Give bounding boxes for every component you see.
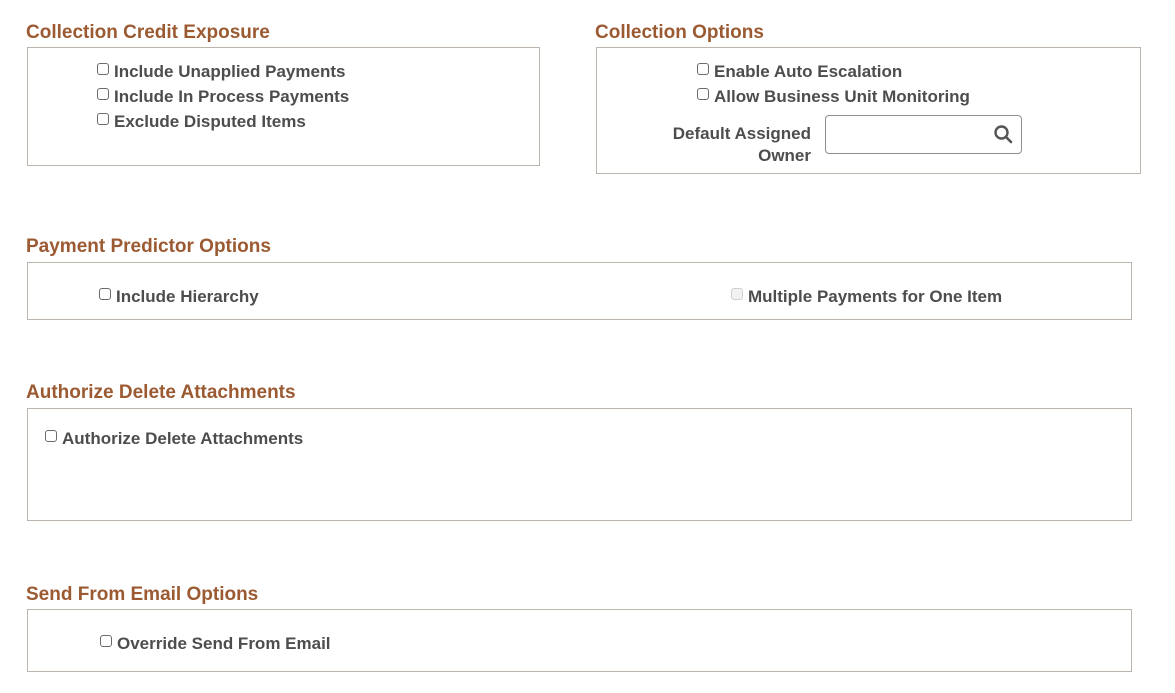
include-in-process-payments-label: Include In Process Payments xyxy=(114,87,350,106)
send-from-email-box: Override Send From Email xyxy=(27,609,1132,672)
allow-bu-monitoring-option[interactable]: Allow Business Unit Monitoring xyxy=(697,87,970,107)
multiple-payments-label: Multiple Payments for One Item xyxy=(748,287,1003,306)
enable-auto-escalation-option[interactable]: Enable Auto Escalation xyxy=(697,62,902,82)
include-hierarchy-option[interactable]: Include Hierarchy xyxy=(99,287,259,307)
default-assigned-owner-input[interactable] xyxy=(826,116,992,150)
authorize-delete-checkbox[interactable] xyxy=(45,430,57,442)
allow-bu-monitoring-checkbox[interactable] xyxy=(697,88,709,100)
override-send-from-email-option[interactable]: Override Send From Email xyxy=(100,634,331,654)
owner-label-line2: Owner xyxy=(758,146,811,165)
exclude-disputed-items-label: Exclude Disputed Items xyxy=(114,112,306,131)
payment-predictor-box: Include Hierarchy Multiple Payments for … xyxy=(27,262,1132,320)
exclude-disputed-items-option[interactable]: Exclude Disputed Items xyxy=(97,112,306,132)
default-assigned-owner-field[interactable] xyxy=(825,115,1022,154)
default-assigned-owner-label: Default Assigned Owner xyxy=(637,123,811,167)
include-unapplied-payments-checkbox[interactable] xyxy=(97,63,109,75)
authorize-delete-box: Authorize Delete Attachments xyxy=(27,408,1132,521)
section-title-payment-predictor: Payment Predictor Options xyxy=(26,236,271,257)
enable-auto-escalation-label: Enable Auto Escalation xyxy=(714,62,903,81)
section-title-credit-exposure: Collection Credit Exposure xyxy=(26,22,270,43)
multiple-payments-checkbox xyxy=(731,288,743,300)
owner-label-line1: Default Assigned xyxy=(672,124,811,143)
exclude-disputed-items-checkbox[interactable] xyxy=(97,113,109,125)
override-send-from-email-label: Override Send From Email xyxy=(117,634,331,653)
enable-auto-escalation-checkbox[interactable] xyxy=(697,63,709,75)
include-in-process-payments-checkbox[interactable] xyxy=(97,88,109,100)
authorize-delete-option[interactable]: Authorize Delete Attachments xyxy=(45,429,303,449)
include-unapplied-payments-option[interactable]: Include Unapplied Payments xyxy=(97,62,345,82)
collection-options-box: Enable Auto Escalation Allow Business Un… xyxy=(596,47,1141,174)
override-send-from-email-checkbox[interactable] xyxy=(100,635,112,647)
search-icon[interactable] xyxy=(993,124,1013,144)
authorize-delete-label: Authorize Delete Attachments xyxy=(62,429,304,448)
credit-exposure-box: Include Unapplied Payments Include In Pr… xyxy=(27,47,540,166)
section-title-send-from-email: Send From Email Options xyxy=(26,584,259,605)
multiple-payments-option: Multiple Payments for One Item xyxy=(731,287,1002,307)
allow-bu-monitoring-label: Allow Business Unit Monitoring xyxy=(714,87,970,106)
include-hierarchy-checkbox[interactable] xyxy=(99,288,111,300)
section-title-authorize-delete: Authorize Delete Attachments xyxy=(26,382,296,403)
include-in-process-payments-option[interactable]: Include In Process Payments xyxy=(97,87,349,107)
section-title-collection-options: Collection Options xyxy=(595,22,764,43)
include-hierarchy-label: Include Hierarchy xyxy=(116,287,259,306)
include-unapplied-payments-label: Include Unapplied Payments xyxy=(114,62,346,81)
